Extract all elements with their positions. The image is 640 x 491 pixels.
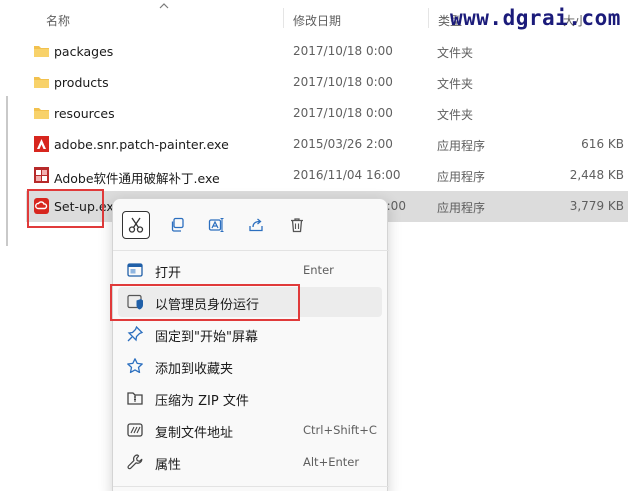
copy-icon (171, 217, 184, 232)
sort-up-icon[interactable] (159, 2, 169, 10)
menu-separator (113, 250, 389, 251)
menu-label: 添加到收藏夹 (155, 362, 234, 377)
folder-icon (34, 46, 49, 57)
cut-icon (128, 217, 144, 233)
file-row[interactable]: resources 2017/10/18 0:00 文件夹 (26, 98, 628, 129)
rename-icon (208, 217, 224, 233)
menu-label: 复制文件地址 (155, 426, 234, 441)
file-date: 2017/10/18 0:00 (293, 75, 393, 89)
column-divider[interactable] (428, 8, 429, 28)
menu-item-properties[interactable]: 属性 Alt+Enter (118, 447, 382, 477)
menu-label: 打开 (155, 266, 182, 281)
file-name: products (54, 75, 109, 90)
file-row[interactable]: adobe.snr.patch-painter.exe 2015/03/26 2… (26, 129, 628, 160)
copy-button[interactable] (163, 211, 191, 239)
file-type: 文件夹 (437, 108, 474, 122)
file-size: 616 KB (581, 137, 624, 151)
column-date[interactable]: 修改日期 (293, 12, 341, 29)
file-name: packages (54, 44, 114, 59)
menu-shortcut: Ctrl+Shift+C (303, 423, 377, 437)
share-icon (249, 218, 263, 232)
cut-button[interactable] (122, 211, 150, 239)
share-button[interactable] (242, 211, 270, 239)
menu-shortcut: Alt+Enter (303, 455, 360, 469)
file-row[interactable]: products 2017/10/18 0:00 文件夹 (26, 67, 628, 98)
zip-icon (127, 392, 143, 405)
column-name[interactable]: 名称 (46, 12, 70, 29)
menu-item-add-favorites[interactable]: 添加到收藏夹 (118, 351, 382, 381)
wrench-icon (127, 454, 143, 470)
file-type: 文件夹 (437, 46, 474, 60)
file-row[interactable]: Adobe软件通用破解补丁.exe 2016/11/04 16:00 应用程序 … (26, 160, 628, 191)
rename-button[interactable] (202, 211, 230, 239)
menu-item-open[interactable]: 打开 Enter (118, 255, 382, 285)
file-row[interactable]: packages 2017/10/18 0:00 文件夹 (26, 36, 628, 67)
file-type: 应用程序 (437, 139, 486, 153)
menu-label: 固定到"开始"屏幕 (155, 330, 258, 345)
menu-label: 压缩为 ZIP 文件 (155, 394, 249, 409)
column-divider[interactable] (283, 8, 284, 28)
file-type: 应用程序 (437, 201, 486, 215)
star-icon (127, 358, 143, 374)
highlight-setup-file (27, 189, 104, 228)
navigation-pane-edge (6, 96, 8, 246)
folder-icon (34, 77, 49, 88)
file-size: 2,448 KB (569, 168, 624, 182)
file-date: 2015/03/26 2:00 (293, 137, 393, 151)
file-date: 2017/10/18 0:00 (293, 44, 393, 58)
delete-button[interactable] (283, 211, 311, 239)
file-name: Adobe软件通用破解补丁.exe (54, 171, 220, 186)
pin-icon (127, 325, 144, 342)
file-name: resources (54, 106, 115, 121)
file-type: 应用程序 (437, 170, 486, 184)
open-icon (127, 263, 143, 277)
file-type: 文件夹 (437, 77, 474, 91)
menu-shortcut: Enter (303, 263, 334, 277)
menu-item-compress-zip[interactable]: 压缩为 ZIP 文件 (118, 383, 382, 413)
menu-label: 属性 (155, 458, 182, 473)
folder-icon (34, 108, 49, 119)
menu-item-copy-path[interactable]: 复制文件地址 Ctrl+Shift+C (118, 415, 382, 445)
patch-exe-icon (34, 167, 49, 183)
highlight-run-as-admin (110, 284, 300, 321)
menu-item-pin-to-start[interactable]: 固定到"开始"屏幕 (118, 319, 382, 349)
file-name: adobe.snr.patch-painter.exe (54, 137, 229, 152)
context-menu: 打开 Enter 以管理员身份运行 固定到"开始"屏幕 添加到收藏夹 压缩为 Z… (112, 198, 389, 491)
file-size: 3,779 KB (569, 199, 624, 213)
watermark: www.dgrai.com (450, 6, 621, 30)
file-date: 2017/10/18 0:00 (293, 106, 393, 120)
delete-icon (291, 218, 303, 233)
menu-separator (113, 486, 389, 487)
file-date: 2016/11/04 16:00 (293, 168, 401, 182)
context-menu-icon-bar (113, 199, 389, 249)
path-icon (127, 423, 143, 437)
adobe-exe-icon (34, 136, 49, 152)
